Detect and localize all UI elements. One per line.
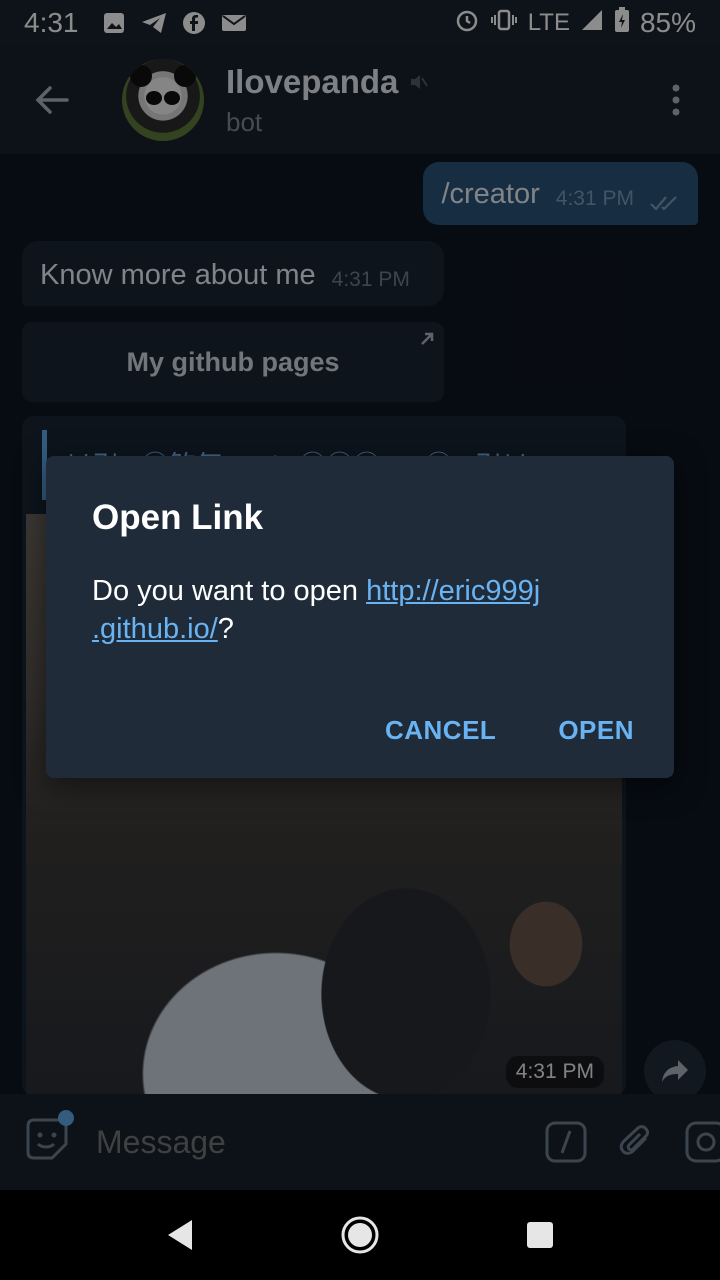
system-navigation-bar (0, 1190, 720, 1280)
dialog-link-part2[interactable]: .github.io/ (92, 613, 218, 645)
home-circle-icon (341, 1216, 379, 1254)
triangle-back-icon (168, 1220, 192, 1250)
open-link-dialog: Open Link Do you want to open http://eri… (46, 456, 674, 778)
dialog-message: Do you want to open http://eric999j .gith… (92, 572, 628, 648)
dialog-actions: CANCEL OPEN (385, 715, 634, 746)
dialog-prefix: Do you want to open (92, 575, 367, 607)
dialog-suffix: ? (217, 613, 234, 645)
nav-recents-button[interactable] (510, 1205, 570, 1265)
open-button[interactable]: OPEN (558, 715, 634, 746)
square-recents-icon (527, 1222, 553, 1248)
nav-back-button[interactable] (150, 1205, 210, 1265)
dialog-title: Open Link (92, 498, 264, 537)
nav-home-button[interactable] (330, 1205, 390, 1265)
dialog-link-part1[interactable]: http://eric999j (366, 575, 540, 607)
cancel-button[interactable]: CANCEL (385, 715, 496, 746)
